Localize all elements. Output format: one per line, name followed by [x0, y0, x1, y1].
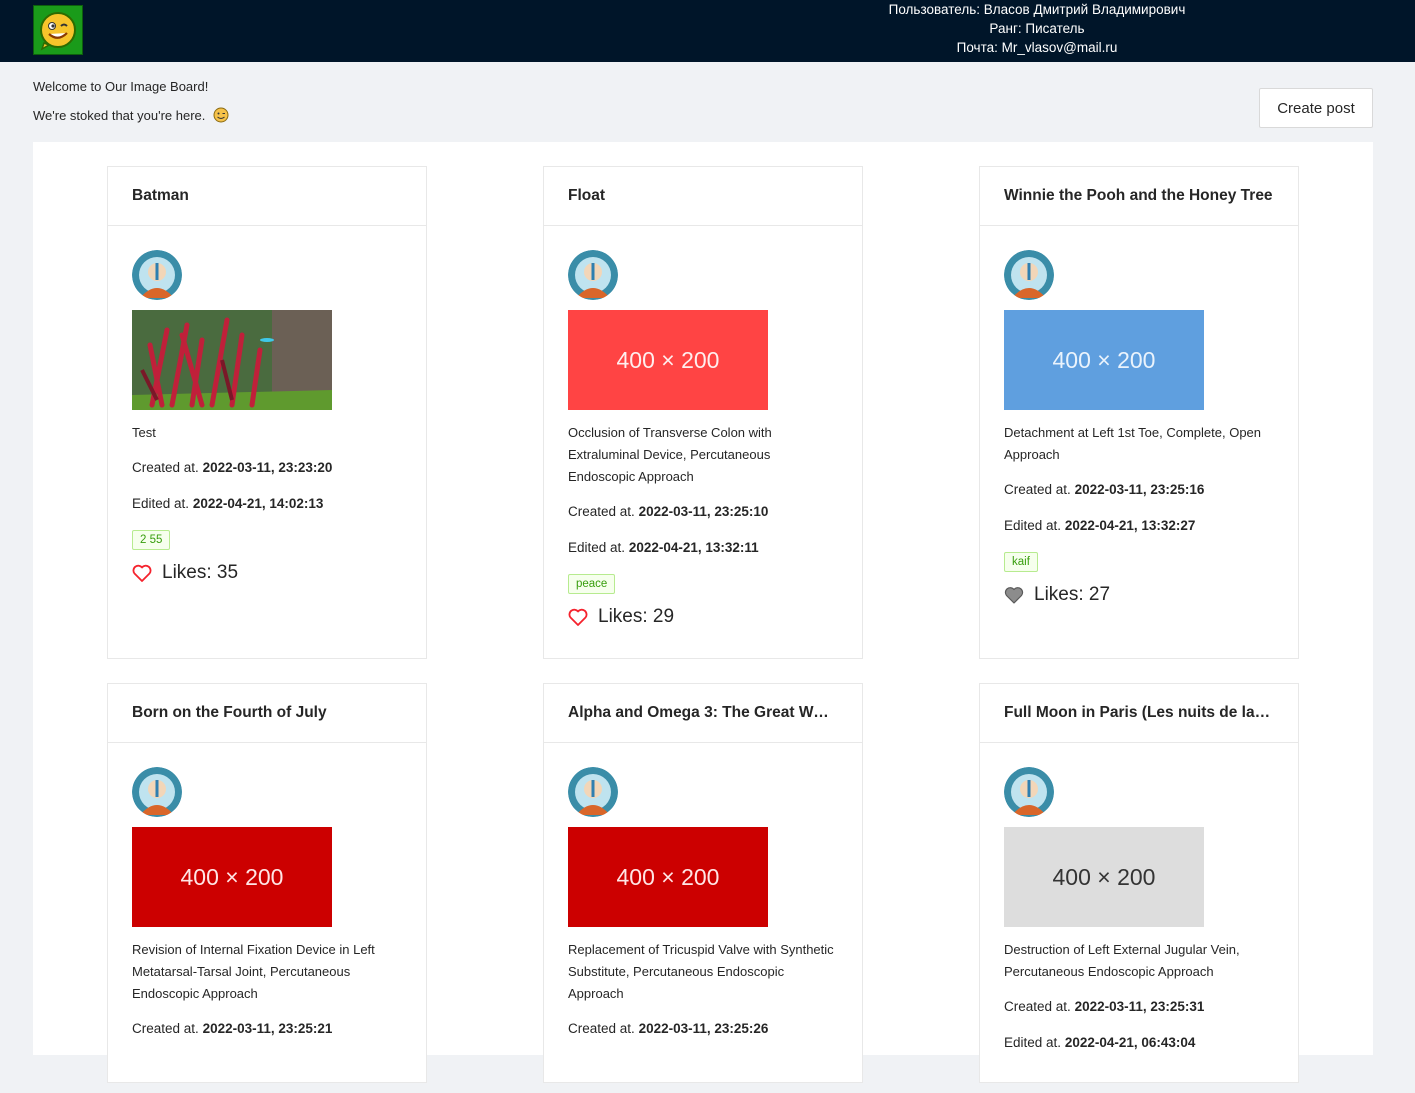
created-value: 2022-03-11, 23:25:10	[638, 504, 769, 519]
created-value: 2022-03-11, 23:25:26	[638, 1021, 769, 1036]
placeholder-text: 400 × 200	[1052, 346, 1156, 373]
created-value: 2022-03-11, 23:25:31	[1074, 999, 1205, 1014]
post-image-placeholder: 400 × 200	[568, 827, 768, 927]
created-value: 2022-03-11, 23:25:21	[202, 1021, 333, 1036]
post-title[interactable]: Alpha and Omega 3: The Great Wol...	[544, 684, 862, 743]
edited-label: Edited at.	[1004, 518, 1062, 533]
post-image-placeholder: 400 × 200	[568, 310, 768, 410]
created-at: Created at. 2022-03-11, 23:25:26	[568, 1019, 838, 1039]
smile-emoji-icon	[213, 107, 229, 128]
author-avatar[interactable]	[1004, 250, 1054, 300]
author-avatar[interactable]	[568, 767, 618, 817]
created-label: Created at.	[1004, 999, 1071, 1014]
edited-label: Edited at.	[568, 540, 626, 555]
logo-icon[interactable]	[33, 5, 83, 55]
likes-count: Likes: 35	[162, 562, 239, 583]
post-tag[interactable]: kaif	[1004, 552, 1038, 572]
created-at: Created at. 2022-03-11, 23:25:10	[568, 502, 838, 522]
post-image-placeholder: 400 × 200	[1004, 310, 1204, 410]
post-image	[132, 310, 332, 410]
post-tag[interactable]: 2 55	[132, 530, 171, 550]
post-card[interactable]: Float 400 × 200 Occlusion of Transverse …	[543, 166, 863, 659]
placeholder-text: 400 × 200	[616, 346, 720, 373]
likes: Likes: 27	[1004, 584, 1274, 606]
top-header: Пользователь: Власов Дмитрий Владимирови…	[0, 0, 1415, 62]
created-label: Created at.	[568, 1021, 635, 1036]
post-card[interactable]: Batman Test Created at. 2022-03-11, 23:2…	[107, 166, 427, 659]
created-at: Created at. 2022-03-11, 23:25:16	[1004, 480, 1274, 500]
post-board: Batman Test Created at. 2022-03-11, 23:2…	[33, 142, 1373, 1083]
post-card[interactable]: Alpha and Omega 3: The Great Wol... 400 …	[543, 683, 863, 1083]
post-tag[interactable]: peace	[568, 574, 616, 594]
created-label: Created at.	[568, 504, 635, 519]
edited-label: Edited at.	[1004, 1035, 1062, 1050]
edited-value: 2022-04-21, 14:02:13	[192, 496, 324, 511]
placeholder-text: 400 × 200	[1052, 863, 1156, 890]
likes: Likes: 35	[132, 562, 402, 584]
user-name: Пользователь: Власов Дмитрий Владимирови…	[888, 2, 1186, 17]
heart-outline-icon[interactable]	[568, 608, 588, 626]
placeholder-text: 400 × 200	[616, 863, 720, 890]
post-title[interactable]: Full Moon in Paris (Les nuits de la p...	[980, 684, 1298, 743]
post-card[interactable]: Winnie the Pooh and the Honey Tree 400 ×…	[979, 166, 1299, 659]
post-description: Replacement of Tricuspid Valve with Synt…	[568, 942, 834, 1001]
welcome-subtitle: We're stoked that you're here.	[33, 107, 229, 128]
author-avatar[interactable]	[1004, 767, 1054, 817]
user-rank: Ранг: Писатель	[989, 21, 1085, 36]
create-post-button[interactable]: Create post	[1259, 88, 1373, 128]
edited-label: Edited at.	[132, 496, 190, 511]
created-value: 2022-03-11, 23:23:20	[202, 460, 333, 475]
user-info: Пользователь: Власов Дмитрий Владимирови…	[886, 0, 1188, 57]
post-description: Test	[132, 425, 156, 440]
placeholder-text: 400 × 200	[180, 863, 284, 890]
author-avatar[interactable]	[132, 250, 182, 300]
created-at: Created at. 2022-03-11, 23:25:31	[1004, 997, 1274, 1017]
heart-filled-icon[interactable]	[1004, 586, 1024, 604]
welcome-section: Welcome to Our Image Board! We're stoked…	[33, 78, 229, 139]
edited-at: Edited at. 2022-04-21, 06:43:04	[1004, 1033, 1274, 1053]
edited-at: Edited at. 2022-04-21, 14:02:13	[132, 494, 402, 514]
likes-count: Likes: 29	[598, 606, 675, 627]
post-title[interactable]: Batman	[108, 167, 426, 226]
welcome-subtitle-text: We're stoked that you're here.	[33, 108, 206, 123]
post-card[interactable]: Born on the Fourth of July 400 × 200 Rev…	[107, 683, 427, 1083]
post-title[interactable]: Winnie the Pooh and the Honey Tree	[980, 167, 1298, 226]
author-avatar[interactable]	[132, 767, 182, 817]
post-card[interactable]: Full Moon in Paris (Les nuits de la p...…	[979, 683, 1299, 1083]
post-image-placeholder: 400 × 200	[1004, 827, 1204, 927]
edited-at: Edited at. 2022-04-21, 13:32:11	[568, 538, 838, 558]
likes-count: Likes: 27	[1034, 584, 1111, 605]
created-label: Created at.	[1004, 482, 1071, 497]
edited-at: Edited at. 2022-04-21, 13:32:27	[1004, 516, 1274, 536]
created-at: Created at. 2022-03-11, 23:25:21	[132, 1019, 402, 1039]
heart-outline-icon[interactable]	[132, 564, 152, 582]
post-description: Revision of Internal Fixation Device in …	[132, 942, 375, 1001]
created-value: 2022-03-11, 23:25:16	[1074, 482, 1205, 497]
created-at: Created at. 2022-03-11, 23:23:20	[132, 458, 402, 478]
likes: Likes: 29	[568, 606, 838, 628]
post-title[interactable]: Float	[544, 167, 862, 226]
welcome-title: Welcome to Our Image Board!	[33, 79, 209, 94]
post-description: Occlusion of Transverse Colon with Extra…	[568, 425, 772, 484]
created-label: Created at.	[132, 1021, 199, 1036]
edited-value: 2022-04-21, 13:32:11	[628, 540, 759, 555]
post-title[interactable]: Born on the Fourth of July	[108, 684, 426, 743]
edited-value: 2022-04-21, 06:43:04	[1064, 1035, 1196, 1050]
author-avatar[interactable]	[568, 250, 618, 300]
post-description: Destruction of Left External Jugular Vei…	[1004, 942, 1240, 979]
edited-value: 2022-04-21, 13:32:27	[1064, 518, 1196, 533]
post-image-placeholder: 400 × 200	[132, 827, 332, 927]
post-description: Detachment at Left 1st Toe, Complete, Op…	[1004, 425, 1262, 462]
user-email: Почта: Mr_vlasov@mail.ru	[956, 40, 1118, 55]
created-label: Created at.	[132, 460, 199, 475]
